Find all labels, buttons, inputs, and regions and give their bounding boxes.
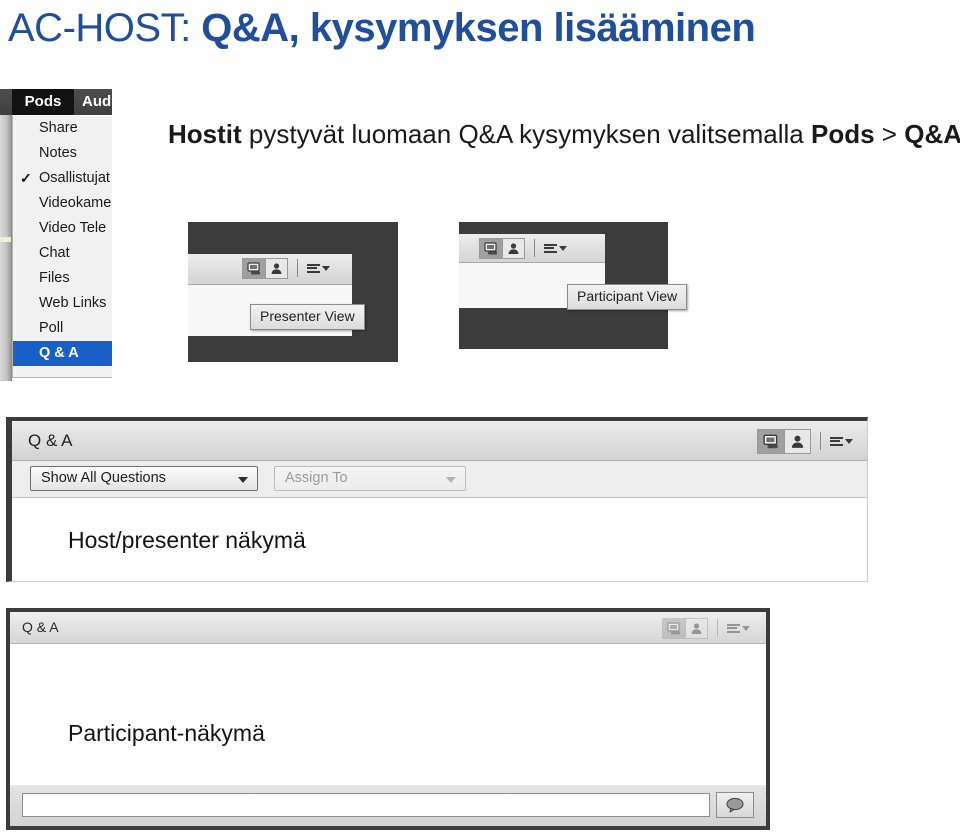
- menu-item-files[interactable]: Files: [13, 266, 112, 291]
- menu-item-share[interactable]: Share: [13, 116, 112, 141]
- host-qa-toolbar: [757, 428, 853, 454]
- intro-text-1: pystyvät luomaan Q&A kysymyksen valitsem…: [241, 119, 811, 149]
- presenter-view-icon[interactable]: [479, 237, 502, 259]
- intro-sentence: Hostit pystyvät luomaan Q&A kysymyksen v…: [168, 118, 960, 150]
- participant-note: Participant-näkymä: [68, 720, 265, 746]
- show-all-questions-label: Show All Questions: [41, 470, 166, 486]
- toolbar-separator: [717, 619, 718, 637]
- host-qa-pod-screenshot: Q & A Show All Questions Assign To Host/…: [6, 417, 868, 582]
- presenter-view-icon[interactable]: [662, 617, 685, 639]
- host-qa-pod-title: Q & A: [28, 431, 73, 450]
- participant-qa-toolbar: [662, 616, 750, 640]
- participant-view-icon[interactable]: [685, 617, 708, 639]
- menubar-item-pods[interactable]: Pods: [12, 89, 74, 115]
- participant-qa-pod-title: Q & A: [22, 619, 59, 635]
- question-input[interactable]: [22, 793, 710, 817]
- participant-qa-body: Participant-näkymä: [10, 644, 766, 793]
- participant-toolbar: [479, 236, 567, 260]
- menu-item-video-tele[interactable]: Video Tele: [13, 216, 112, 241]
- pod-options-menu-icon[interactable]: [830, 436, 853, 446]
- toolbar-separator: [297, 259, 298, 277]
- intro-bold-hostit: Hostit: [168, 119, 242, 149]
- edge-nub: [0, 237, 11, 242]
- participant-view-icon[interactable]: [265, 257, 288, 279]
- pod-options-menu-icon[interactable]: [307, 263, 330, 273]
- participant-view-tooltip: Participant View: [567, 284, 688, 310]
- pods-menu-screenshot: Pods Aud Share Notes Osallistujat Videok…: [0, 89, 112, 381]
- pod-options-menu-icon[interactable]: [544, 243, 567, 253]
- menu-item-qa[interactable]: Q & A: [13, 341, 112, 366]
- presenter-view-icon[interactable]: [242, 257, 265, 279]
- participant-qa-titlebar: Q & A: [10, 612, 766, 644]
- host-qa-filterbar: Show All Questions Assign To: [12, 461, 867, 498]
- intro-text-2: >: [874, 119, 905, 149]
- toolbar-separator: [534, 239, 535, 257]
- chevron-down-icon: [446, 477, 456, 483]
- window-edge-strip: [0, 115, 12, 381]
- pods-dropdown-menu: Share Notes Osallistujat Videokamera Vid…: [12, 116, 112, 378]
- speech-bubble-icon: [726, 797, 744, 813]
- presenter-view-icon[interactable]: [757, 428, 784, 454]
- menu-item-osallistujat[interactable]: Osallistujat: [13, 166, 112, 191]
- intro-bold-pods: Pods: [811, 119, 875, 149]
- host-presenter-note: Host/presenter näkymä: [68, 527, 306, 553]
- participant-qa-pod-screenshot: Q & A Participant-näkymä: [6, 608, 770, 830]
- menu-item-chat[interactable]: Chat: [13, 241, 112, 266]
- menu-item-videokamera[interactable]: Videokamera: [13, 191, 112, 216]
- page-title-prefix: AC-HOST:: [8, 6, 202, 50]
- menubar-item-audio[interactable]: Aud: [82, 89, 112, 115]
- host-qa-titlebar: Q & A: [12, 421, 867, 461]
- presenter-toolbar: [242, 256, 330, 280]
- presenter-view-screenshot: Presenter View: [188, 222, 398, 362]
- show-all-questions-dropdown[interactable]: Show All Questions: [30, 466, 258, 491]
- send-question-button[interactable]: [716, 792, 754, 818]
- presenter-view-tooltip: Presenter View: [250, 304, 365, 330]
- menu-item-notes[interactable]: Notes: [13, 141, 112, 166]
- participant-qa-inputbar: [10, 785, 766, 826]
- chevron-down-icon: [238, 477, 248, 483]
- menu-item-web-links[interactable]: Web Links: [13, 291, 112, 316]
- participant-view-screenshot: Participant View: [459, 222, 688, 349]
- pod-options-menu-icon[interactable]: [727, 623, 750, 633]
- menubar: Pods Aud: [0, 89, 112, 115]
- participant-view-icon[interactable]: [784, 428, 811, 454]
- page-title: AC-HOST: Q&A, kysymyksen lisääminen: [8, 2, 952, 56]
- page-title-main: Q&A, kysymyksen lisääminen: [201, 6, 756, 50]
- participant-view-icon[interactable]: [502, 237, 525, 259]
- assign-to-label: Assign To: [285, 470, 348, 486]
- toolbar-separator: [820, 432, 821, 450]
- assign-to-dropdown[interactable]: Assign To: [274, 466, 466, 491]
- intro-bold-qa: Q&A: [904, 119, 960, 149]
- menu-item-poll[interactable]: Poll: [13, 316, 112, 341]
